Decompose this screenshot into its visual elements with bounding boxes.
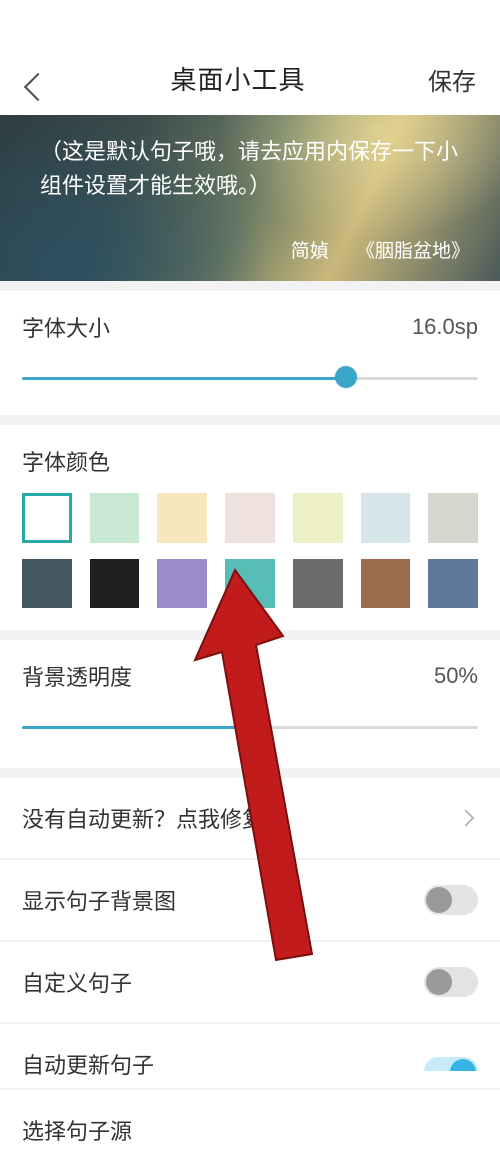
select-source-row[interactable]: 选择句子源 [0, 1090, 500, 1150]
auto-update-label: 自动更新句子 [22, 1048, 154, 1080]
font-size-value: 16.0sp [412, 314, 478, 340]
color-swatch[interactable] [157, 493, 207, 543]
bg-opacity-panel: 背景透明度 50% [0, 640, 500, 768]
preview-source: 《胭脂盆地》 [356, 241, 470, 262]
color-swatch[interactable] [22, 493, 72, 543]
color-swatch[interactable] [90, 559, 140, 609]
font-color-label: 字体颜色 [22, 445, 478, 477]
fix-autoupdate-row[interactable]: 没有自动更新？点我修复 [0, 778, 500, 858]
save-button[interactable]: 保存 [428, 62, 480, 97]
auto-update-row: 自动更新句子 [0, 1024, 500, 1088]
color-swatch[interactable] [293, 559, 343, 609]
show-bgimg-label: 显示句子背景图 [22, 884, 176, 916]
color-swatch[interactable] [293, 493, 343, 543]
show-bgimg-row: 显示句子背景图 [0, 860, 500, 940]
font-size-slider[interactable] [22, 365, 478, 389]
bg-opacity-value: 50% [434, 663, 478, 689]
header: 桌面小工具 保存 [0, 0, 500, 115]
chevron-right-icon [458, 810, 475, 827]
show-bgimg-toggle[interactable] [424, 885, 478, 915]
color-swatch[interactable] [225, 559, 275, 609]
color-swatches [22, 493, 478, 608]
color-swatch[interactable] [90, 493, 140, 543]
select-source-label: 选择句子源 [22, 1114, 132, 1146]
auto-update-toggle[interactable] [424, 1057, 478, 1071]
preview-sentence: （这是默认句子哦，请去应用内保存一下小组件设置才能生效哦。） [40, 135, 466, 203]
custom-sentence-label: 自定义句子 [22, 966, 132, 998]
color-swatch[interactable] [361, 493, 411, 543]
settings-list: 没有自动更新？点我修复 显示句子背景图 自定义句子 自动更新句子 选择句子源 [0, 778, 500, 1150]
font-size-panel: 字体大小 16.0sp [0, 291, 500, 415]
custom-sentence-row: 自定义句子 [0, 942, 500, 1022]
font-color-panel: 字体颜色 [0, 425, 500, 630]
fix-autoupdate-label: 没有自动更新？点我修复 [22, 802, 264, 834]
font-size-label: 字体大小 [22, 311, 110, 343]
color-swatch[interactable] [428, 493, 478, 543]
custom-sentence-toggle[interactable] [424, 967, 478, 997]
bg-opacity-label: 背景透明度 [22, 660, 132, 692]
page-title: 桌面小工具 [48, 60, 428, 97]
color-swatch[interactable] [428, 559, 478, 609]
preview-author: 简媜 [291, 241, 329, 262]
bg-opacity-slider[interactable] [22, 714, 478, 738]
color-swatch[interactable] [361, 559, 411, 609]
color-swatch[interactable] [22, 559, 72, 609]
color-swatch[interactable] [157, 559, 207, 609]
widget-preview: （这是默认句子哦，请去应用内保存一下小组件设置才能生效哦。） 简媜 《胭脂盆地》 [0, 115, 500, 281]
color-swatch[interactable] [225, 493, 275, 543]
preview-attribution: 简媜 《胭脂盆地》 [269, 236, 470, 263]
